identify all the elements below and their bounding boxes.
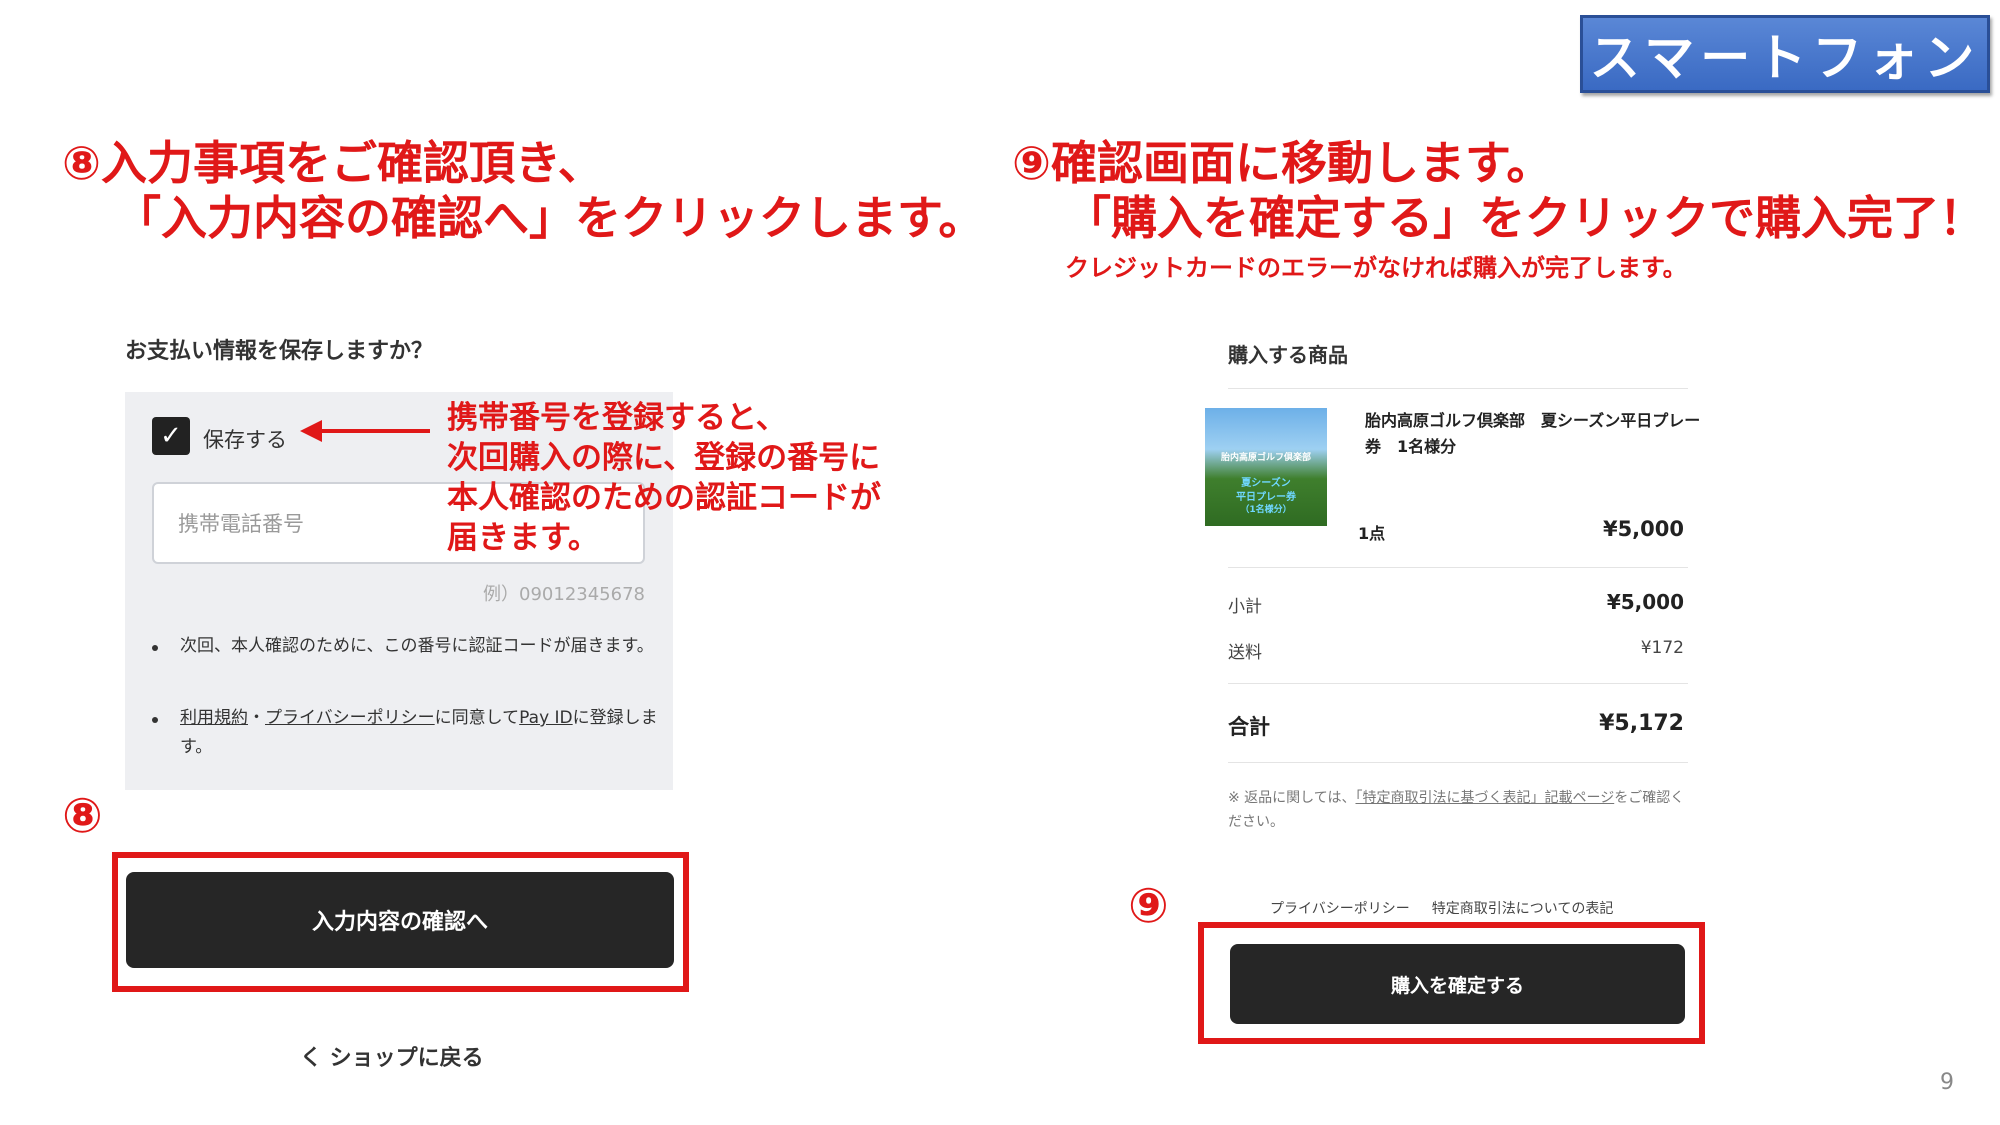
consent-text: に同意して	[434, 708, 520, 728]
legal-notice-link[interactable]: 「特定商取引法に基づく表記」記載ページ	[1355, 790, 1614, 806]
smartphone-badge: スマートフォン	[1580, 15, 1990, 93]
subtotal-value: ¥5,000	[1606, 590, 1684, 614]
thumb-line4: （1名様分）	[1240, 505, 1292, 515]
note-prefix: ※ 返品に関しては、	[1228, 790, 1356, 806]
step9-marker: ⑨	[1128, 878, 1169, 934]
annotation-arrow	[318, 429, 430, 433]
annotation-line2: 次回購入の際に、登録の番号に	[447, 440, 881, 476]
product-name: 胎内高原ゴルフ倶楽部 夏シーズン平日プレー券 1名様分	[1365, 411, 1701, 456]
total-value: ¥5,172	[1599, 711, 1684, 736]
info-bullets: 次回、本人確認のために、この番号に認証コードが届きます。 利用規約・プライバシー…	[152, 632, 658, 792]
annotation-line3: 本人確認のための認証コードが	[447, 480, 881, 516]
step9-heading-line1: ⑨確認画面に移動します。	[1012, 136, 1553, 190]
total-label: 合計	[1228, 715, 1270, 739]
phone-example-text: 例）09012345678	[483, 584, 645, 605]
thumb-line3: 平日プレー券	[1236, 492, 1296, 503]
step8-heading-line2: 「入力内容の確認へ」をクリックします。	[115, 191, 985, 245]
subtotal-label: 小計	[1228, 597, 1262, 617]
page-number: 9	[1940, 1070, 1954, 1095]
product-quantity: 1点	[1358, 524, 1386, 543]
save-checkbox[interactable]: ✓	[152, 417, 190, 455]
step8-marker: ⑧	[62, 788, 103, 844]
divider	[1228, 567, 1688, 568]
footer-privacy-link[interactable]: プライバシーポリシー	[1270, 901, 1410, 917]
check-icon: ✓	[160, 421, 182, 451]
arrow-left-icon	[300, 420, 322, 442]
terms-link[interactable]: 利用規約	[180, 708, 248, 728]
divider	[1228, 762, 1688, 763]
save-label: 保存する	[203, 428, 287, 452]
confirm-purchase-button[interactable]: 購入を確定する	[1230, 944, 1685, 1024]
step9-subnote: クレジットカードのエラーがなければ購入が完了します。	[1065, 254, 1687, 282]
product-thumbnail: 胎内高原ゴルフ倶楽部 夏シーズン 平日プレー券 （1名様分）	[1205, 408, 1327, 526]
step8-heading-line1: ⑧入力事項をご確認頂き、	[62, 136, 604, 190]
save-payment-question: お支払い情報を保存しますか？	[125, 339, 434, 364]
purchase-items-title: 購入する商品	[1228, 343, 1348, 367]
returns-note: ※ 返品に関しては、「特定商取引法に基づく表記」記載ページをご確認ください。	[1228, 786, 1698, 834]
bullet-verification: 次回、本人確認のために、この番号に認証コードが届きます。	[180, 636, 654, 656]
bullet-dot	[152, 717, 158, 723]
thumb-line2: 夏シーズン	[1241, 478, 1291, 489]
annotation-line4: 届きます。	[447, 520, 599, 556]
back-to-shop-link[interactable]: く ショップに戻る	[300, 1040, 484, 1072]
divider	[1228, 388, 1688, 389]
step9-heading-line2: 「購入を確定する」をクリックで購入完了！	[1065, 191, 1985, 245]
confirm-input-button[interactable]: 入力内容の確認へ	[126, 872, 674, 968]
annotation-line1: 携帯番号を登録すると、	[447, 400, 787, 436]
divider	[1228, 683, 1688, 684]
privacy-link[interactable]: プライバシーポリシー	[265, 708, 435, 728]
shipping-value: ¥172	[1640, 638, 1684, 658]
phone-registration-annotation: 携帯番号を登録すると、 次回購入の際に、登録の番号に 本人確認のための認証コード…	[447, 398, 881, 558]
separator: ・	[248, 708, 265, 728]
item-price: ¥5,000	[1602, 517, 1684, 541]
footer-links: プライバシーポリシー 特定商取引法についての表記	[1270, 898, 1613, 918]
footer-law-link[interactable]: 特定商取引法についての表記	[1432, 901, 1614, 917]
payid-link[interactable]: Pay ID	[519, 708, 572, 728]
thumb-line1: 胎内高原ゴルフ倶楽部	[1220, 453, 1311, 463]
bullet-consent: 利用規約・プライバシーポリシーに同意してPay IDに登録します。	[180, 704, 660, 762]
bullet-dot	[152, 645, 158, 651]
shipping-label: 送料	[1228, 643, 1262, 663]
